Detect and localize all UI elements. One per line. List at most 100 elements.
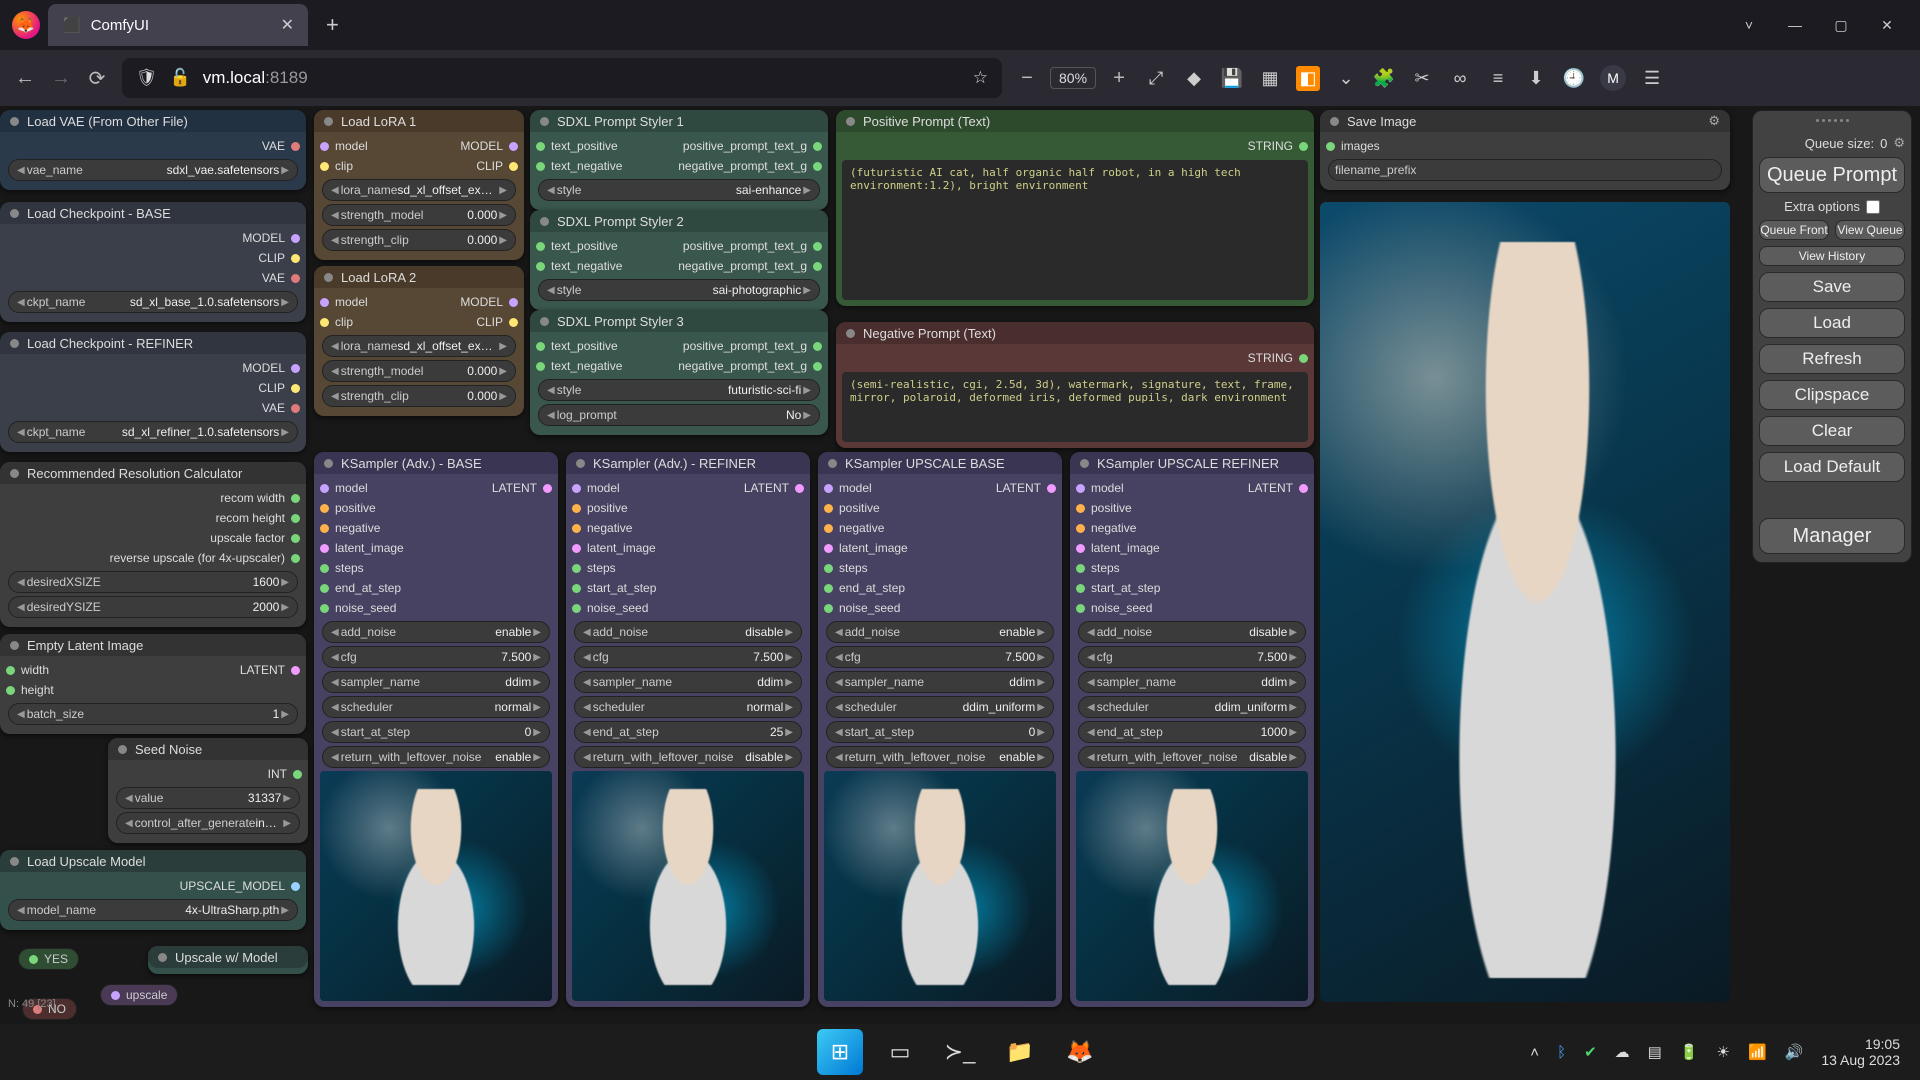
terminal-icon[interactable]: ≻_ bbox=[937, 1029, 983, 1075]
view-queue-button[interactable]: View Queue bbox=[1835, 220, 1905, 240]
widget-style[interactable]: ◀stylesai-enhance▶ bbox=[538, 179, 820, 201]
bluetooth-icon[interactable]: ᛒ bbox=[1557, 1044, 1566, 1061]
app-menu-icon[interactable]: ☰ bbox=[1640, 68, 1664, 89]
widget-cfg[interactable]: ◀cfg7.500▶ bbox=[826, 646, 1054, 668]
nav-back-icon[interactable]: ← bbox=[14, 67, 36, 90]
control-panel[interactable]: Queue size: 0 ⚙ Queue Prompt Extra optio… bbox=[1752, 110, 1912, 563]
start-button-icon[interactable]: ⊞ bbox=[817, 1029, 863, 1075]
node-upscale-with-model[interactable]: Upscale w/ Model bbox=[148, 946, 308, 974]
widget-start_at_step[interactable]: ◀start_at_step0▶ bbox=[826, 721, 1054, 743]
ext-grid-icon[interactable]: ▦ bbox=[1258, 68, 1282, 89]
fullscreen-icon[interactable]: ⤢ bbox=[1144, 68, 1168, 89]
widget-scheduler[interactable]: ◀schedulerddim_uniform▶ bbox=[826, 696, 1054, 718]
panel-drag-handle[interactable] bbox=[1759, 119, 1905, 129]
cloud-icon[interactable]: ☁ bbox=[1615, 1043, 1630, 1061]
ext-link-icon[interactable]: ∞ bbox=[1448, 68, 1472, 89]
refresh-button[interactable]: Refresh bbox=[1759, 344, 1905, 374]
widget-add_noise[interactable]: ◀add_noisedisable▶ bbox=[1078, 621, 1306, 643]
ext-privacy-icon[interactable]: ◆ bbox=[1182, 68, 1206, 89]
firefox-taskbar-icon[interactable]: 🦊 bbox=[1057, 1029, 1103, 1075]
widget-seed-value[interactable]: ◀value31337▶ bbox=[116, 787, 300, 809]
widgets-icon[interactable]: ▤ bbox=[1648, 1043, 1662, 1061]
widget-return_with_leftover_noise[interactable]: ◀return_with_leftover_noiseenable▶ bbox=[826, 746, 1054, 768]
node-load-lora-1[interactable]: Load LoRA 1 modelMODEL clipCLIP ◀lora_na… bbox=[314, 110, 524, 260]
clear-button[interactable]: Clear bbox=[1759, 416, 1905, 446]
gear-icon[interactable]: ⚙ bbox=[1708, 113, 1720, 129]
widget-ckpt-name[interactable]: ◀ckpt_namesd_xl_base_1.0.safetensors▶ bbox=[8, 291, 298, 313]
node-prompt-styler-3[interactable]: SDXL Prompt Styler 3 text_positivepositi… bbox=[530, 310, 828, 435]
battery-icon[interactable]: 🔋 bbox=[1680, 1043, 1699, 1061]
widget-sampler_name[interactable]: ◀sampler_nameddim▶ bbox=[574, 671, 802, 693]
node-load-vae[interactable]: Load VAE (From Other File) VAE ◀vae_name… bbox=[0, 110, 306, 190]
comfyui-canvas[interactable]: Load VAE (From Other File) VAE ◀vae_name… bbox=[0, 106, 1920, 1080]
node-ks_ub[interactable]: KSampler UPSCALE BASE modelLATENTpositiv… bbox=[818, 452, 1062, 1007]
file-explorer-icon[interactable]: 📁 bbox=[997, 1029, 1043, 1075]
widget-cfg[interactable]: ◀cfg7.500▶ bbox=[574, 646, 802, 668]
reroute-upscale[interactable]: upscale bbox=[100, 984, 178, 1006]
security-icon[interactable]: ✔ bbox=[1584, 1043, 1597, 1061]
node-positive-prompt[interactable]: Positive Prompt (Text) STRING (futuristi… bbox=[836, 110, 1314, 306]
node-negative-prompt[interactable]: Negative Prompt (Text) STRING (semi-real… bbox=[836, 322, 1314, 448]
bookmark-star-icon[interactable]: ☆ bbox=[973, 68, 988, 88]
widget-end_at_step[interactable]: ◀end_at_step1000▶ bbox=[1078, 721, 1306, 743]
widget-style[interactable]: ◀stylefuturistic-sci-fi▶ bbox=[538, 379, 820, 401]
widget-add_noise[interactable]: ◀add_noiseenable▶ bbox=[322, 621, 550, 643]
view-history-button[interactable]: View History bbox=[1759, 246, 1905, 266]
widget-strength-clip[interactable]: ◀strength_clip0.000▶ bbox=[322, 385, 516, 407]
widget-end_at_step[interactable]: ◀end_at_step25▶ bbox=[574, 721, 802, 743]
nav-reload-icon[interactable]: ⟳ bbox=[86, 66, 108, 91]
node-load-lora-2[interactable]: Load LoRA 2 modelMODEL clipCLIP ◀lora_na… bbox=[314, 266, 524, 416]
ext-tool-icon[interactable]: ✂ bbox=[1410, 68, 1434, 89]
nav-forward-icon[interactable]: → bbox=[50, 67, 72, 90]
node-ks_ur[interactable]: KSampler UPSCALE REFINER modelLATENTposi… bbox=[1070, 452, 1314, 1007]
volume-icon[interactable]: 🔊 bbox=[1785, 1043, 1804, 1061]
negative-prompt-text[interactable]: (semi-realistic, cgi, 2.5d, 3d), waterma… bbox=[842, 372, 1308, 442]
widget-ckpt-name[interactable]: ◀ckpt_namesd_xl_refiner_1.0.safetensors▶ bbox=[8, 421, 298, 443]
zoom-level[interactable]: 80% bbox=[1050, 67, 1096, 89]
widget-cfg[interactable]: ◀cfg7.500▶ bbox=[322, 646, 550, 668]
node-load-checkpoint-base[interactable]: Load Checkpoint - BASE MODEL CLIP VAE ◀c… bbox=[0, 202, 306, 322]
shield-icon[interactable]: 🛡 bbox=[136, 68, 158, 88]
tab-close-icon[interactable]: ✕ bbox=[281, 15, 294, 35]
widget-scheduler[interactable]: ◀schedulernormal▶ bbox=[574, 696, 802, 718]
widget-seed-control[interactable]: ◀control_after_generateincrement▶ bbox=[116, 812, 300, 834]
widget-return_with_leftover_noise[interactable]: ◀return_with_leftover_noiseenable▶ bbox=[322, 746, 550, 768]
widget-vae-name[interactable]: ◀vae_namesdxl_vae.safetensors▶ bbox=[8, 159, 298, 181]
manager-button[interactable]: Manager bbox=[1759, 518, 1905, 554]
widget-start_at_step[interactable]: ◀start_at_step0▶ bbox=[322, 721, 550, 743]
widget-model-name[interactable]: ◀model_name4x-UltraSharp.pth▶ bbox=[8, 899, 298, 921]
node-save-image[interactable]: Save Image⚙ images filename_prefix bbox=[1320, 110, 1730, 190]
save-button[interactable]: Save bbox=[1759, 272, 1905, 302]
node-seed-noise[interactable]: Seed Noise INT ◀value31337▶ ◀control_aft… bbox=[108, 738, 308, 843]
reroute-yes[interactable]: YES bbox=[18, 948, 79, 970]
widget-return_with_leftover_noise[interactable]: ◀return_with_leftover_noisedisable▶ bbox=[574, 746, 802, 768]
node-prompt-styler-2[interactable]: SDXL Prompt Styler 2 text_positivepositi… bbox=[530, 210, 828, 310]
ext-save-icon[interactable]: 💾 bbox=[1220, 68, 1244, 89]
widget-log-prompt[interactable]: ◀log_promptNo▶ bbox=[538, 404, 820, 426]
widget-strength-model[interactable]: ◀strength_model0.000▶ bbox=[322, 360, 516, 382]
widget-lora-name[interactable]: ◀lora_namesd_xl_offset_example-lora_1.0.… bbox=[322, 179, 516, 201]
ext-orange-icon[interactable]: ◧ bbox=[1296, 66, 1320, 91]
queue-prompt-button[interactable]: Queue Prompt bbox=[1759, 157, 1905, 193]
extra-options-checkbox[interactable] bbox=[1866, 200, 1880, 214]
node-empty-latent-image[interactable]: Empty Latent Image widthLATENT height ◀b… bbox=[0, 634, 306, 734]
node-load-upscale-model[interactable]: Load Upscale Model UPSCALE_MODEL ◀model_… bbox=[0, 850, 306, 930]
window-minimize-icon[interactable]: — bbox=[1786, 17, 1804, 34]
widget-strength-clip[interactable]: ◀strength_clip0.000▶ bbox=[322, 229, 516, 251]
widget-add_noise[interactable]: ◀add_noiseenable▶ bbox=[826, 621, 1054, 643]
widget-desired-y[interactable]: ◀desiredYSIZE2000▶ bbox=[8, 596, 298, 618]
node-ks_ref[interactable]: KSampler (Adv.) - REFINER modelLATENTpos… bbox=[566, 452, 810, 1007]
wifi-icon[interactable]: 📶 bbox=[1748, 1043, 1767, 1061]
clipspace-button[interactable]: Clipspace bbox=[1759, 380, 1905, 410]
new-tab-button[interactable]: + bbox=[316, 12, 349, 38]
library-icon[interactable]: ≡ bbox=[1486, 68, 1510, 89]
widget-scheduler[interactable]: ◀schedulernormal▶ bbox=[322, 696, 550, 718]
history-icon[interactable]: 🕘 bbox=[1562, 68, 1586, 89]
widget-add_noise[interactable]: ◀add_noisedisable▶ bbox=[574, 621, 802, 643]
panel-gear-icon[interactable]: ⚙ bbox=[1893, 135, 1905, 151]
widget-cfg[interactable]: ◀cfg7.500▶ bbox=[1078, 646, 1306, 668]
window-maximize-icon[interactable]: ▢ bbox=[1832, 17, 1850, 34]
widget-strength-model[interactable]: ◀strength_model0.000▶ bbox=[322, 204, 516, 226]
node-resolution-calculator[interactable]: Recommended Resolution Calculator recom … bbox=[0, 462, 306, 627]
extensions-icon[interactable]: 🧩 bbox=[1372, 68, 1396, 89]
